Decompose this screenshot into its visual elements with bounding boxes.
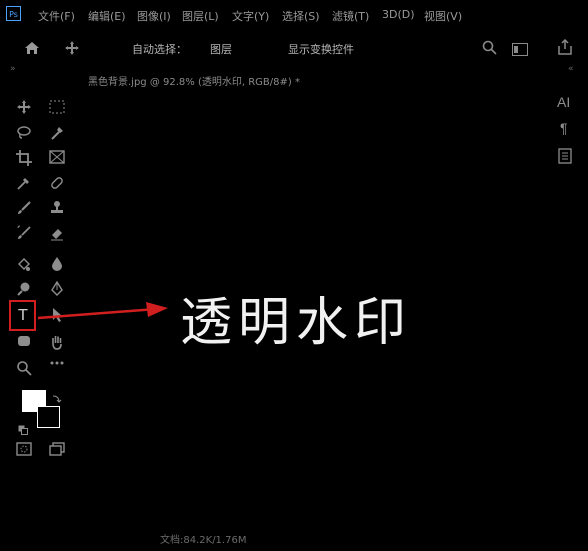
menu-type[interactable]: 文字(Y) — [232, 8, 269, 24]
dodge-tool-icon[interactable] — [14, 279, 34, 299]
ps-logo: Ps — [6, 6, 21, 21]
home-icon[interactable] — [24, 40, 40, 59]
menu-bar: Ps 文件(F) 编辑(E) 图像(I) 图层(L) 文字(Y) 选择(S) 滤… — [0, 0, 588, 30]
hand-tool-icon[interactable] — [47, 332, 67, 352]
history-brush-tool-icon[interactable] — [14, 223, 34, 243]
menu-file[interactable]: 文件(F) — [38, 8, 75, 24]
watermark-text-layer[interactable]: 透明水印 — [180, 280, 412, 355]
menu-select[interactable]: 选择(S) — [282, 8, 320, 24]
auto-select-dropdown[interactable]: 图层 — [210, 41, 232, 57]
type-tool-icon[interactable]: T — [13, 305, 33, 325]
frame-tool-icon[interactable] — [47, 148, 67, 168]
menu-3d[interactable]: 3D(D) — [382, 8, 415, 21]
paragraph-panel-icon[interactable]: ¶ — [560, 120, 568, 136]
character-panel-icon[interactable]: AI — [557, 94, 570, 110]
more-tools-icon[interactable] — [47, 358, 67, 378]
swap-colors-icon[interactable] — [52, 388, 62, 407]
menu-edit[interactable]: 编辑(E) — [88, 8, 126, 24]
quick-mask-icon[interactable] — [14, 440, 34, 460]
rectangle-tool-icon[interactable] — [14, 332, 34, 352]
move-tool-options-icon[interactable] — [65, 40, 79, 59]
healing-brush-tool-icon[interactable] — [47, 173, 67, 193]
eraser-tool-icon[interactable] — [47, 223, 67, 243]
move-tool-icon[interactable] — [14, 98, 34, 118]
panel-collapse-icon[interactable]: « — [568, 64, 574, 74]
auto-select-label: 自动选择： — [132, 43, 187, 56]
menu-layer[interactable]: 图层(L) — [182, 8, 219, 24]
clone-stamp-tool-icon[interactable] — [47, 198, 67, 218]
gradient-tool-icon[interactable] — [14, 254, 34, 274]
glyphs-panel-icon[interactable] — [558, 148, 572, 168]
toolbar-collapse-icon[interactable]: » — [10, 64, 16, 74]
quick-select-tool-icon[interactable] — [47, 123, 67, 143]
blur-tool-icon[interactable] — [47, 254, 67, 274]
search-icon[interactable] — [482, 40, 497, 59]
status-bar-document-size: 文档:84.2K/1.76M — [160, 535, 247, 546]
menu-filter[interactable]: 滤镜(T) — [332, 8, 369, 24]
crop-tool-icon[interactable] — [14, 148, 34, 168]
marquee-tool-icon[interactable] — [47, 98, 67, 118]
show-transform-controls[interactable]: 显示变换控件 — [288, 41, 354, 57]
document-tab[interactable]: 黑色背景.jpg @ 92.8% (透明水印, RGB/8#) * — [88, 73, 300, 88]
pen-tool-icon[interactable] — [47, 279, 67, 299]
annotation-arrow — [36, 298, 176, 332]
background-color-swatch[interactable] — [37, 406, 60, 428]
screen-mode-icon[interactable] — [47, 440, 67, 460]
zoom-tool-icon[interactable] — [14, 358, 34, 378]
menu-view[interactable]: 视图(V) — [424, 8, 462, 24]
workspace-icon[interactable] — [512, 41, 528, 60]
brush-tool-icon[interactable] — [14, 198, 34, 218]
default-colors-icon[interactable] — [18, 420, 28, 439]
eyedropper-tool-icon[interactable] — [14, 173, 34, 193]
lasso-tool-icon[interactable] — [14, 123, 34, 143]
menu-image[interactable]: 图像(I) — [137, 8, 171, 24]
share-icon[interactable] — [557, 38, 573, 59]
